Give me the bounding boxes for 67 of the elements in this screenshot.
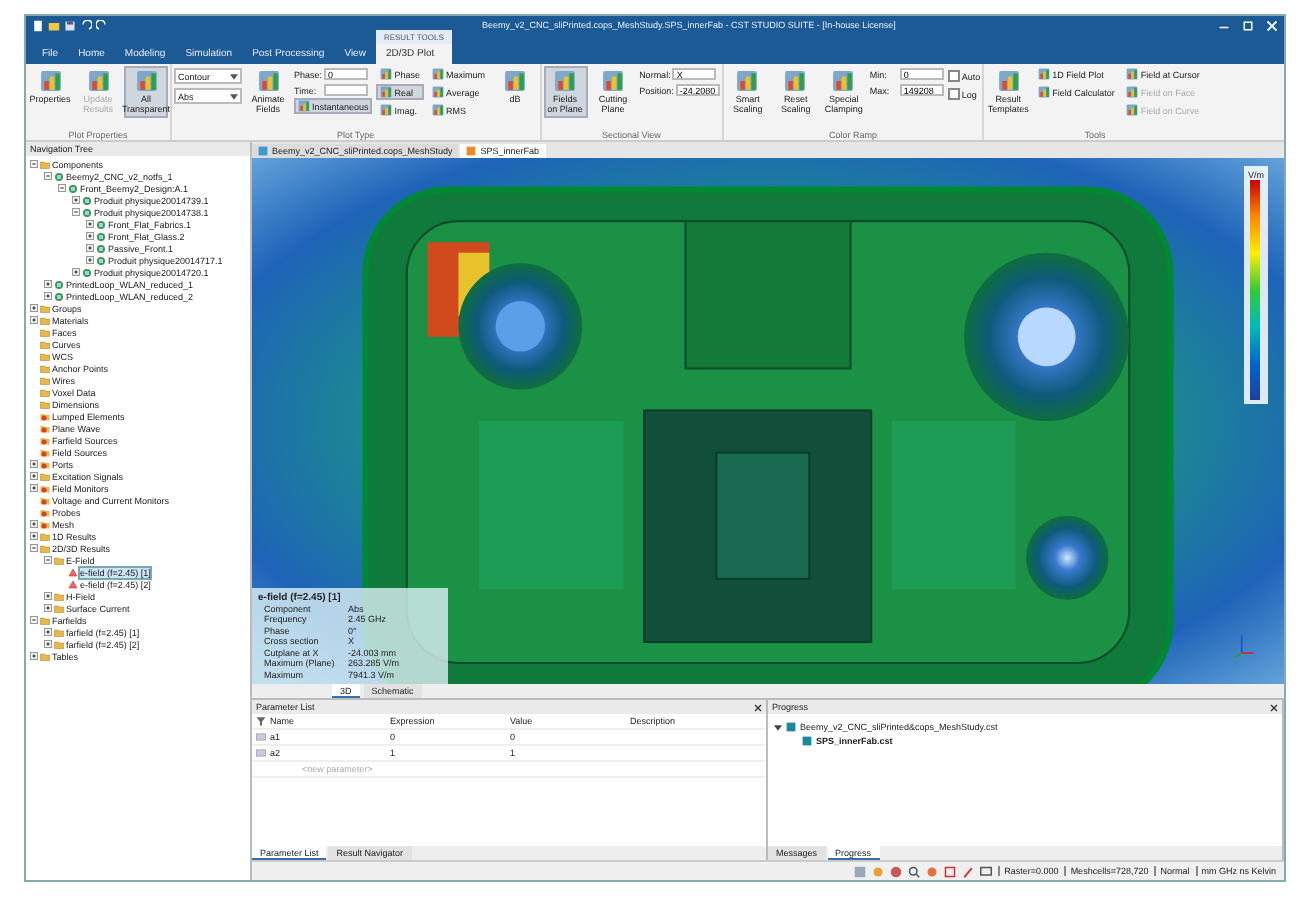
- checkbox[interactable]: [947, 88, 960, 100]
- plot-icon: [1126, 86, 1139, 98]
- plot-icon: [380, 104, 393, 116]
- plot-icon: [736, 70, 759, 92]
- monitor-icon[interactable]: [980, 865, 993, 877]
- plot-icon: [432, 68, 445, 80]
- plot-icon: [432, 104, 445, 116]
- plot-icon: [298, 100, 310, 112]
- expander-icon[interactable]: [44, 628, 52, 636]
- maximize-icon[interactable]: [1242, 19, 1254, 31]
- frame-icon[interactable]: [944, 865, 957, 877]
- redo-icon[interactable]: [96, 19, 108, 31]
- checkbox[interactable]: [947, 70, 960, 82]
- plot-icon: [39, 70, 61, 92]
- expander-icon[interactable]: [86, 244, 94, 252]
- expander-icon[interactable]: [30, 316, 38, 324]
- expander-icon[interactable]: [30, 520, 38, 528]
- zoom-icon[interactable]: [908, 865, 921, 877]
- expander-icon[interactable]: [30, 460, 38, 468]
- expander-icon[interactable]: [86, 220, 94, 228]
- plot-icon: [135, 70, 157, 92]
- expander-icon[interactable]: [774, 723, 782, 731]
- close-icon[interactable]: [754, 703, 762, 711]
- sphere-icon[interactable]: [890, 865, 903, 877]
- plot-icon: [432, 86, 445, 98]
- expander-icon[interactable]: [72, 196, 80, 204]
- plot-icon: [1126, 104, 1139, 116]
- part-icon: [54, 171, 64, 181]
- expander-icon[interactable]: [44, 604, 52, 612]
- expander-icon[interactable]: [44, 280, 52, 288]
- caret-icon: [230, 73, 238, 79]
- expander-icon[interactable]: [30, 472, 38, 480]
- plot-icon: [997, 70, 1020, 92]
- expander-icon[interactable]: [44, 592, 52, 600]
- text-field[interactable]: [324, 84, 368, 96]
- part-icon: [82, 267, 92, 277]
- axis-triad-icon: [1232, 632, 1256, 660]
- plot-icon: [602, 70, 625, 92]
- plot-icon: [504, 70, 527, 92]
- expander-icon[interactable]: [30, 304, 38, 312]
- expander-icon[interactable]: [30, 652, 38, 660]
- plot-icon: [1126, 68, 1139, 80]
- expander-icon[interactable]: [30, 532, 38, 540]
- plot-icon: [380, 86, 393, 98]
- plot-icon: [257, 70, 279, 92]
- expander-icon[interactable]: [30, 484, 38, 492]
- plot-icon: [832, 70, 855, 92]
- plot-icon: [784, 70, 807, 92]
- expander-icon[interactable]: [86, 232, 94, 240]
- caret-icon: [230, 93, 238, 99]
- page-icon[interactable]: [32, 19, 44, 31]
- plot-icon: [380, 68, 393, 80]
- undo-icon[interactable]: [80, 19, 92, 31]
- document-icon: [258, 146, 268, 156]
- folder-icon[interactable]: [48, 19, 60, 31]
- document-icon: [466, 146, 477, 156]
- close-icon[interactable]: [1270, 703, 1278, 711]
- expander-icon[interactable]: [44, 640, 52, 648]
- plot-icon: [1038, 68, 1051, 80]
- part-icon: [68, 183, 78, 193]
- folder-icon: [40, 471, 50, 481]
- expander-icon[interactable]: [72, 268, 80, 276]
- expander-icon[interactable]: [86, 256, 94, 264]
- plot-icon: [1038, 86, 1051, 98]
- expander-icon[interactable]: [44, 292, 52, 300]
- plot-icon: [87, 70, 109, 92]
- plot-icon: [554, 70, 577, 92]
